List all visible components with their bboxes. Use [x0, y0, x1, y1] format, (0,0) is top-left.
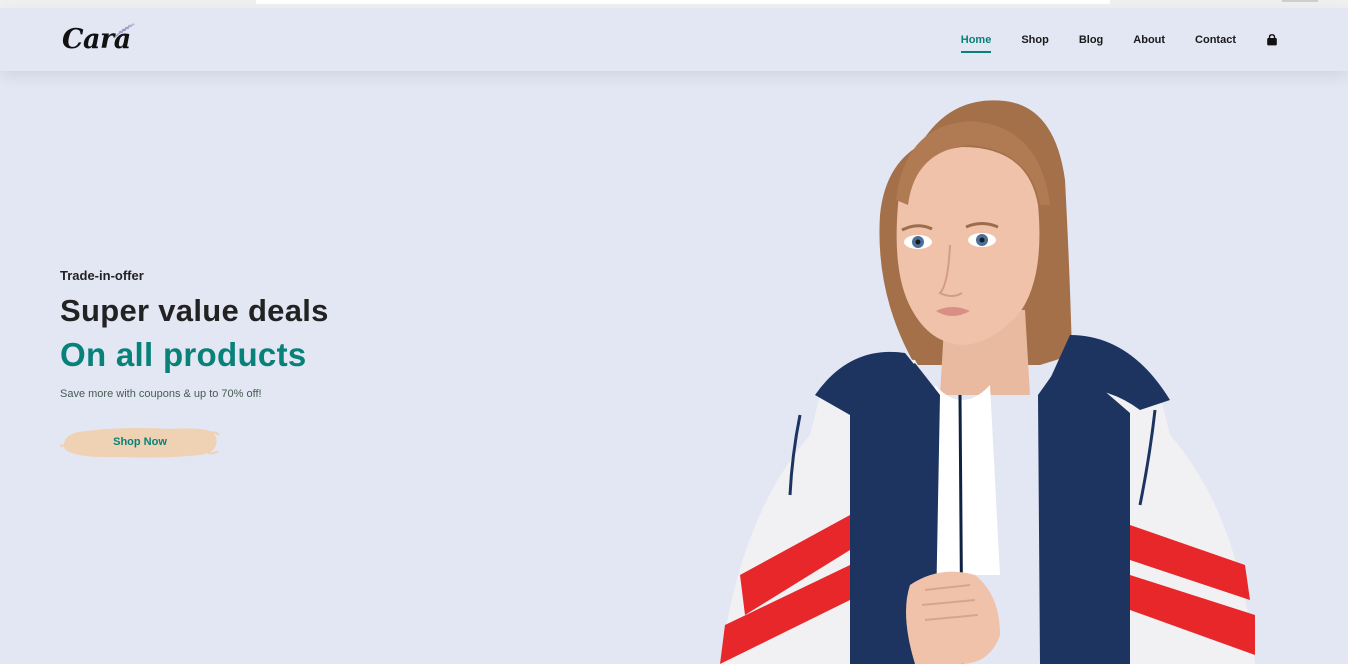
- nav-about[interactable]: About: [1133, 30, 1165, 50]
- hero-description: Save more with coupons & up to 70% off!: [60, 388, 262, 400]
- lavender-sprig-icon: [113, 23, 135, 39]
- nav-blog[interactable]: Blog: [1079, 30, 1103, 50]
- hero-highlight: On all products: [60, 336, 307, 373]
- address-bar[interactable]: [256, 0, 1110, 4]
- logo[interactable]: Cara: [62, 23, 135, 55]
- hero-section: Trade-in-offer Super value deals On all …: [60, 268, 329, 400]
- main-nav: Home Shop Blog About Contact: [931, 30, 1278, 53]
- site-header: Cara Home Shop Blog About Contact: [0, 8, 1348, 71]
- hero-model-image: [720, 100, 1255, 664]
- window-control[interactable]: [1282, 0, 1318, 2]
- browser-top-strip: [0, 0, 1348, 8]
- hero-title: Super value deals: [60, 293, 329, 328]
- nav-shop[interactable]: Shop: [1021, 30, 1049, 50]
- nav-contact[interactable]: Contact: [1195, 30, 1236, 50]
- shop-now-button[interactable]: Shop Now: [60, 423, 220, 461]
- hero-subtitle: Trade-in-offer: [60, 268, 144, 283]
- shop-now-label: Shop Now: [113, 436, 167, 448]
- shopping-bag-icon[interactable]: [1266, 33, 1278, 46]
- nav-home[interactable]: Home: [960, 30, 991, 53]
